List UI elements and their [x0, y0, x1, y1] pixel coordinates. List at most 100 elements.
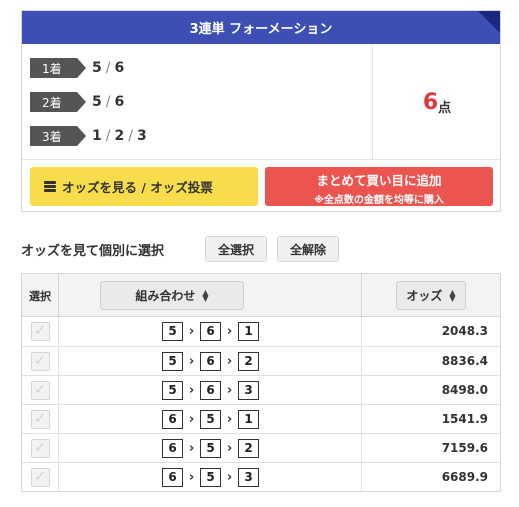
rank-rows: 1着 5/6 2着 5/6 3着 1/2/3: [22, 45, 373, 159]
rank-values-2: 5/6: [92, 94, 125, 110]
sort-combo-button[interactable]: 組み合わせ ▲ ▼: [100, 281, 244, 310]
chevron-right-icon: ›: [188, 353, 195, 369]
row-checkbox[interactable]: ✓: [30, 467, 50, 487]
rank-label-3: 3着: [30, 126, 86, 146]
check-icon: ✓: [34, 469, 46, 485]
odds-value: 6689.9: [441, 470, 488, 484]
odds-value: 2048.3: [441, 324, 488, 338]
view-odds-button[interactable]: オッズを見る / オッズ投票: [30, 167, 258, 206]
combo-second: 5: [200, 409, 221, 429]
select-cell: ✓: [22, 463, 59, 491]
rank-value: 6: [114, 94, 126, 110]
rank-row-1: 1着 5/6: [30, 57, 125, 79]
combo-third: 3: [238, 467, 259, 487]
table-row: ✓ 5 › 6 › 2 8836.4: [22, 346, 500, 375]
header-corner-decoration: [478, 11, 500, 33]
combo-first: 5: [162, 351, 183, 371]
rank-value: 1: [92, 128, 103, 144]
select-cell: ✓: [22, 405, 59, 433]
combo-second: 5: [200, 467, 221, 487]
individual-select-title: オッズを見て個別に選択: [21, 244, 165, 259]
check-icon: ✓: [34, 382, 46, 398]
select-cell: ✓: [22, 376, 59, 404]
odds-value: 1541.9: [441, 412, 488, 426]
combo-first: 6: [162, 409, 183, 429]
select-cell: ✓: [22, 317, 59, 345]
check-icon: ✓: [34, 411, 46, 427]
rank-label-2: 2着: [30, 92, 86, 112]
rank-label-1: 1着: [30, 58, 86, 78]
table-row: ✓ 6 › 5 › 1 1541.9: [22, 404, 500, 433]
combo-first: 6: [162, 467, 183, 487]
view-odds-label: オッズを見る / オッズ投票: [62, 180, 213, 195]
check-icon: ✓: [34, 353, 46, 369]
rank-value: 3: [136, 128, 148, 144]
chevron-right-icon: ›: [188, 323, 195, 339]
table-row: ✓ 5 › 6 › 1 2048.3: [22, 317, 500, 346]
sort-odds-button[interactable]: オッズ ▲ ▼: [396, 281, 466, 310]
combo-cell: 5 › 6 › 3: [60, 376, 362, 404]
table-row: ✓ 6 › 5 › 3 6689.9: [22, 462, 500, 491]
check-icon: ✓: [34, 323, 46, 339]
column-header-odds: オッズ: [406, 289, 443, 303]
formation-title: 3連単 フォーメーション: [189, 22, 333, 37]
row-checkbox[interactable]: ✓: [30, 321, 50, 341]
combo-third: 2: [238, 438, 259, 458]
combo-first: 5: [162, 321, 183, 341]
odds-value: 7159.6: [441, 441, 488, 455]
separator: /: [128, 128, 134, 144]
chevron-right-icon: ›: [226, 382, 233, 398]
rank-value: 5: [92, 94, 103, 110]
chevron-right-icon: ›: [188, 469, 195, 485]
column-header-combo: 組み合わせ: [135, 289, 196, 303]
select-all-button[interactable]: 全選択: [205, 236, 267, 262]
check-icon: ✓: [34, 440, 46, 456]
combo-third: 1: [238, 409, 259, 429]
combo-first: 6: [162, 438, 183, 458]
chevron-right-icon: ›: [188, 411, 195, 427]
select-cell: ✓: [22, 434, 59, 462]
odds-value: 8498.0: [441, 383, 488, 397]
row-checkbox[interactable]: ✓: [30, 438, 50, 458]
sort-icon: ▲ ▼: [449, 287, 456, 303]
chevron-right-icon: ›: [188, 440, 195, 456]
row-checkbox[interactable]: ✓: [30, 380, 50, 400]
chevron-right-icon: ›: [226, 469, 233, 485]
chevron-right-icon: ›: [188, 382, 195, 398]
combo-cell: 5 › 6 › 2: [60, 347, 362, 375]
points-unit: 点: [438, 100, 452, 116]
chevron-right-icon: ›: [226, 411, 233, 427]
table-header: 選択 組み合わせ ▲ ▼ オッズ ▲ ▼: [22, 274, 500, 317]
chevron-right-icon: ›: [226, 440, 233, 456]
rank-values-3: 1/2/3: [92, 128, 148, 144]
coin-stack-icon: [44, 180, 56, 193]
rank-value: 5: [92, 60, 103, 76]
points-count: 6 点: [374, 45, 500, 159]
combo-second: 6: [200, 321, 221, 341]
rank-values-1: 5/6: [92, 60, 125, 76]
sort-icon: ▲ ▼: [202, 287, 209, 303]
rank-value: 2: [114, 128, 126, 144]
row-checkbox[interactable]: ✓: [30, 351, 50, 371]
combo-third: 1: [238, 321, 259, 341]
odds-table: 選択 組み合わせ ▲ ▼ オッズ ▲ ▼ ✓ 5 › 6 › 1 2048.3 ✓ …: [21, 273, 501, 492]
combo-second: 6: [200, 351, 221, 371]
chevron-right-icon: ›: [226, 353, 233, 369]
combo-second: 6: [200, 380, 221, 400]
combo-cell: 6 › 5 › 2: [60, 434, 362, 462]
select-cell: ✓: [22, 347, 59, 375]
clear-all-button[interactable]: 全解除: [277, 236, 339, 262]
separator: /: [105, 128, 112, 144]
combo-cell: 5 › 6 › 1: [60, 317, 362, 345]
rank-row-3: 3着 1/2/3: [30, 125, 148, 147]
divider: [22, 159, 500, 160]
combo-second: 5: [200, 438, 221, 458]
chevron-right-icon: ›: [226, 323, 233, 339]
combo-cell: 6 › 5 › 3: [60, 463, 362, 491]
row-checkbox[interactable]: ✓: [30, 409, 50, 429]
add-all-label: まとめて買い目に追加: [316, 173, 442, 188]
combo-cell: 6 › 5 › 1: [60, 405, 362, 433]
add-all-button[interactable]: まとめて買い目に追加 ※全点数の金額を均等に購入: [265, 167, 493, 206]
combo-first: 5: [162, 380, 183, 400]
points-value: 6: [422, 89, 439, 115]
